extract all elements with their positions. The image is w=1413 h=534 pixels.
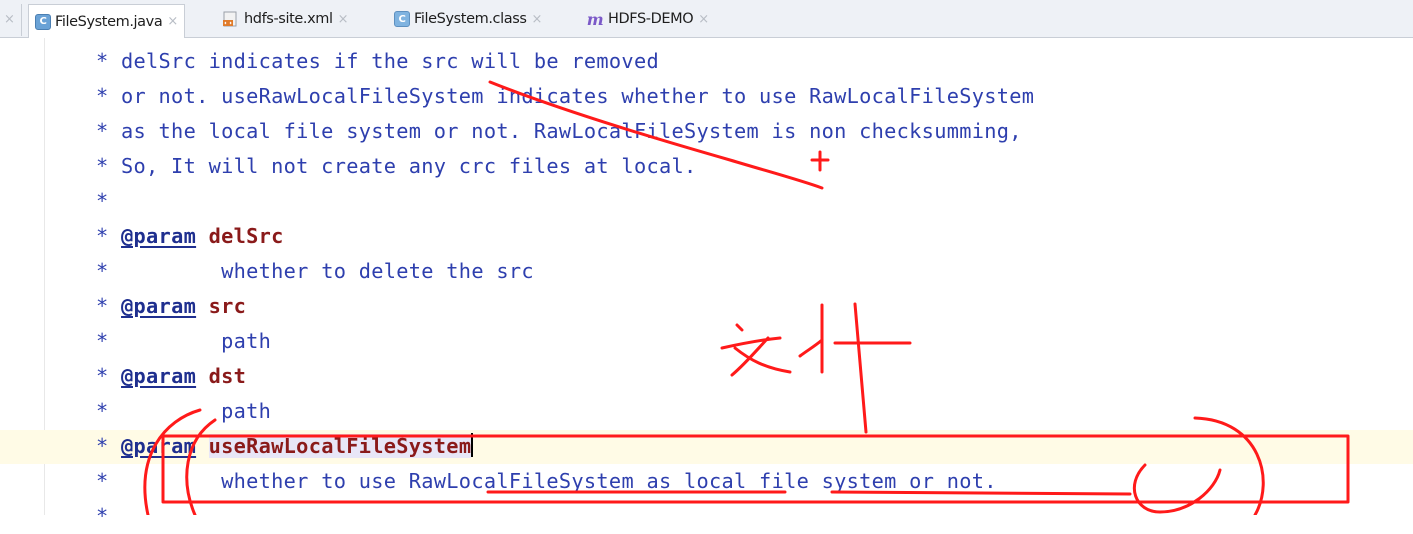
param-line-current[interactable]: * @param useRawLocalFileSystem: [96, 429, 474, 464]
tab-label: FileSystem.class: [414, 11, 527, 27]
comment-star: *: [96, 504, 109, 528]
param-tag: @param: [121, 224, 197, 248]
comment-line[interactable]: * So, It will not create any crc files a…: [96, 149, 697, 184]
comment-star: *: [96, 434, 109, 458]
param-line[interactable]: * @param src: [96, 289, 246, 324]
close-icon[interactable]: ×: [532, 12, 543, 27]
comment-star: *: [96, 469, 109, 493]
close-icon[interactable]: ×: [167, 14, 178, 29]
tab-filesystem-class[interactable]: C FileSystem.class ×: [388, 4, 548, 34]
editor-tab-bar: × C FileSystem.java × hdfs-site.xml × C …: [0, 0, 1413, 38]
param-name-selected: useRawLocalFileSystem: [208, 434, 472, 458]
param-name: dst: [208, 364, 247, 388]
text-caret: [471, 433, 474, 457]
tab-hdfs-demo[interactable]: m HDFS-DEMO ×: [580, 4, 715, 34]
comment-star: *: [96, 329, 109, 353]
tab-label: HDFS-DEMO: [608, 11, 694, 27]
close-icon[interactable]: ×: [338, 12, 349, 27]
tab-hdfs-site-xml[interactable]: hdfs-site.xml ×: [216, 4, 354, 34]
tab-label: FileSystem.java: [55, 13, 163, 30]
param-desc-line[interactable]: * path: [96, 394, 271, 429]
comment-star: *: [96, 224, 109, 248]
comment-star: *: [96, 399, 109, 423]
comment-line[interactable]: * as the local file system or not. RawLo…: [96, 114, 1022, 149]
param-description: whether to delete the src: [221, 259, 534, 283]
param-description: path: [221, 329, 272, 353]
class-file-icon: C: [394, 11, 410, 27]
tab-filesystem-java[interactable]: C FileSystem.java ×: [28, 4, 185, 38]
param-name: delSrc: [208, 224, 284, 248]
comment-line[interactable]: *: [96, 184, 109, 219]
comment-line[interactable]: *: [96, 499, 109, 534]
close-icon[interactable]: ×: [698, 12, 709, 27]
param-line[interactable]: * @param delSrc: [96, 219, 284, 254]
prev-tab-close-icon[interactable]: ×: [4, 12, 15, 27]
comment-line[interactable]: * or not. useRawLocalFileSystem indicate…: [96, 79, 1034, 114]
param-tag: @param: [121, 294, 197, 318]
param-desc-line[interactable]: * path: [96, 324, 271, 359]
param-tag: @param: [121, 364, 197, 388]
xml-file-icon: [222, 11, 240, 27]
param-desc-line[interactable]: * whether to use RawLocalFileSystem as l…: [96, 464, 997, 499]
comment-star: *: [96, 364, 109, 388]
tab-label: hdfs-site.xml: [244, 11, 333, 27]
java-class-icon: C: [35, 13, 51, 30]
param-description: whether to use RawLocalFileSystem as loc…: [221, 469, 997, 493]
comment-star: *: [96, 294, 109, 318]
param-line[interactable]: * @param dst: [96, 359, 246, 394]
param-name: src: [208, 294, 247, 318]
param-tag: @param: [121, 434, 197, 458]
param-desc-line[interactable]: * whether to delete the src: [96, 254, 534, 289]
tab-divider: [21, 4, 22, 36]
param-description: path: [221, 399, 272, 423]
comment-line[interactable]: * delSrc indicates if the src will be re…: [96, 44, 659, 79]
code-editor[interactable]: * delSrc indicates if the src will be re…: [0, 38, 1413, 528]
maven-icon: m: [586, 9, 604, 29]
comment-star: *: [96, 259, 109, 283]
